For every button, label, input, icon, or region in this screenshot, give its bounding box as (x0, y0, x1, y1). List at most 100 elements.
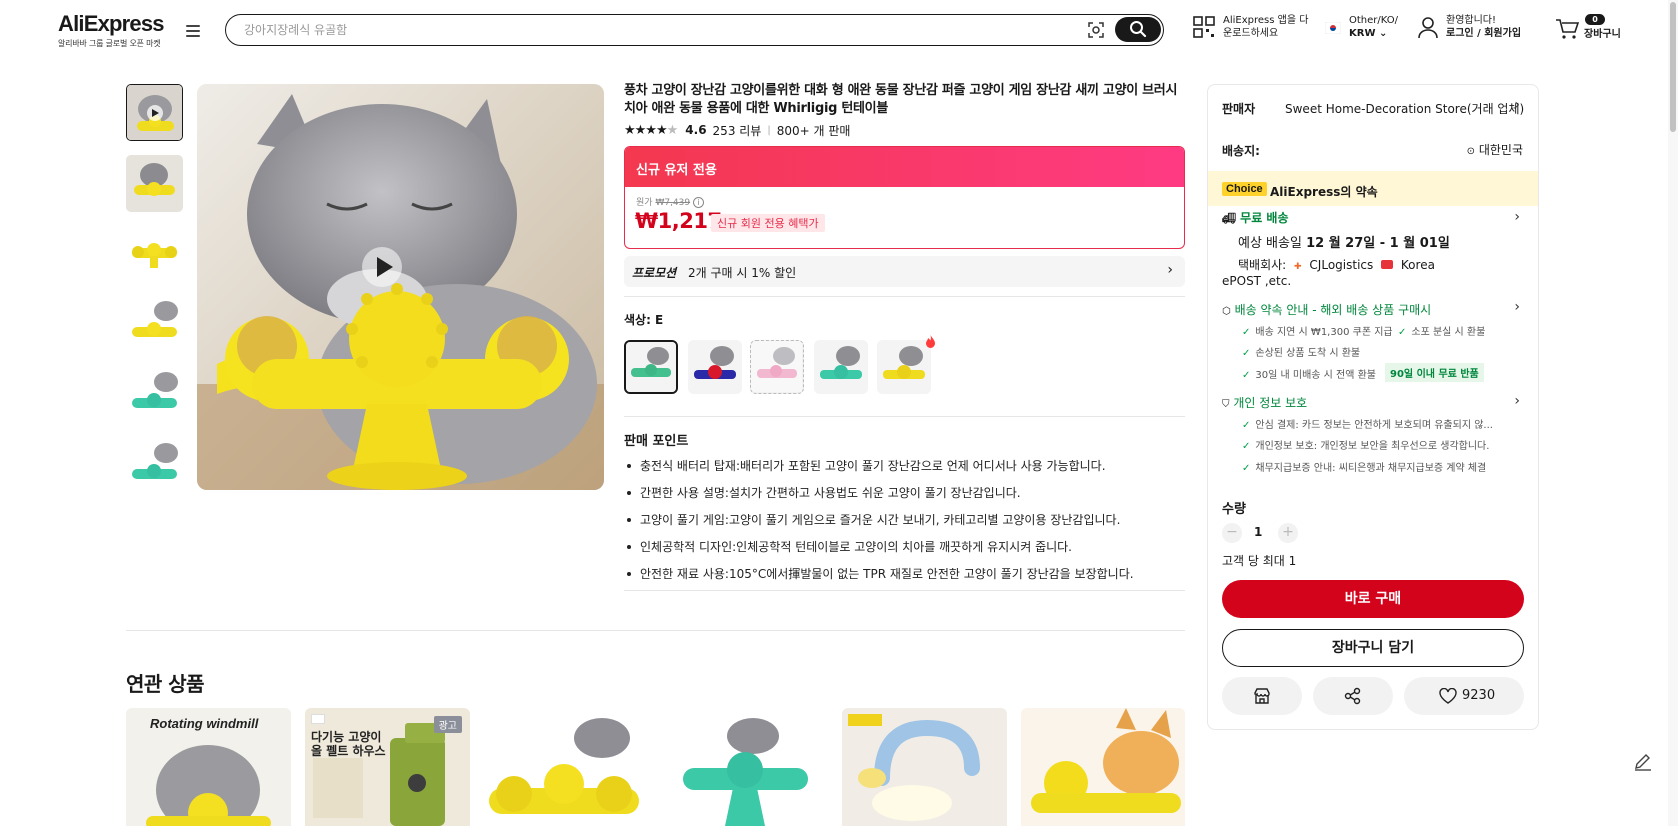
color-option-e[interactable] (624, 340, 678, 394)
gallery-thumb-4[interactable] (126, 297, 183, 354)
product-thumbnail (663, 708, 828, 826)
gallery-thumb-3[interactable] (126, 226, 183, 283)
color-option-3[interactable] (750, 340, 804, 394)
ship-to-selector[interactable]: ⊙ 대한민국 (1467, 141, 1523, 158)
divider (624, 416, 1185, 417)
ship-to-country: 대한민국 (1478, 143, 1523, 157)
quantity-increase-button[interactable]: + (1278, 523, 1298, 543)
privacy-item: 개인정보 보호: 개인정보 보안을 최우선으로 생각합니다. (1242, 437, 1489, 452)
quantity-value[interactable]: 1 (1254, 525, 1262, 539)
selling-point-item: 안전한 재료 사용:105°C에서揮발물이 없는 TPR 재질로 안전한 고양이… (624, 567, 1184, 581)
page-scrollbar[interactable] (1668, 0, 1678, 826)
color-option-5[interactable] (877, 340, 931, 394)
user-icon (1418, 17, 1438, 39)
search-input[interactable] (244, 21, 1064, 39)
gallery-thumb-2[interactable] (126, 155, 183, 212)
related-product-card[interactable] (663, 708, 828, 826)
edit-pencil-icon[interactable] (1632, 750, 1654, 772)
related-product-card[interactable] (842, 708, 1007, 826)
app-download-line1: AliExpress 앱을 다 (1223, 15, 1309, 26)
related-product-card[interactable] (1021, 708, 1185, 826)
quantity-limit: 고객 당 최대 1 (1222, 554, 1297, 568)
swatch-image (751, 341, 802, 392)
chevron-right-icon: › (1514, 299, 1520, 315)
location-pin-icon: ⊙ (1466, 146, 1475, 157)
review-count[interactable]: 253 리뷰 (713, 122, 762, 139)
gallery-thumb-6[interactable] (126, 439, 183, 496)
free-shipping-row[interactable]: 🚚︎ 무료 배송 (1222, 209, 1289, 226)
product-thumbnail (484, 708, 649, 826)
seller-label: 판매자 (1222, 102, 1256, 116)
sold-count: 800+ 개 판매 (776, 123, 851, 138)
cart-icon (1556, 19, 1579, 39)
rating-stars-icon: ★★★★★ (624, 122, 678, 138)
scrollbar-thumb[interactable] (1670, 2, 1676, 132)
related-products-title: 연관 상품 (126, 672, 205, 696)
logo-subtitle: 알리바바 그룹 글로벌 오픈 마켓 (58, 39, 161, 48)
chevron-right-icon: › (1514, 97, 1520, 113)
purchase-sidebar: 판매자 Sweet Home-Decoration Store(거래 업체) ›… (1207, 84, 1539, 730)
truck-icon: 🚚︎ (1222, 212, 1236, 225)
korea-flag-icon (311, 714, 325, 724)
selling-points: 판매 포인트 충전식 배터리 탑재:배터리가 포함된 고양이 풀기 장난감으로 … (624, 430, 1184, 594)
related-product-card[interactable] (484, 708, 649, 826)
product-title: 풍차 고양이 장난감 고양이를위한 대화 형 애완 동물 장난감 퍼즐 고양이 … (624, 83, 1178, 116)
chevron-right-icon: › (1514, 209, 1520, 225)
seller-name-link[interactable]: Sweet Home-Decoration Store(거래 업체) (1285, 100, 1524, 117)
promotion-row[interactable]: 프로모션 2개 구매 시 1% 할인 › (624, 256, 1185, 287)
search-button[interactable] (1115, 17, 1161, 42)
quantity-label: 수량 (1222, 502, 1246, 517)
store-button[interactable] (1222, 677, 1302, 715)
related-product-card[interactable]: Rotating windmill (126, 708, 291, 826)
related-product-card[interactable]: 다기능 고양이 올 펠트 하우스 광고 (305, 708, 470, 826)
original-price-row: 원가 ₩7,439 i (636, 195, 704, 208)
login-signup-link[interactable]: 로그인 / 회원가입 (1446, 27, 1521, 40)
privacy-item: 안심 결제: 카드 정보는 안전하게 보호되며 유출되지 않... (1242, 416, 1493, 431)
wishlist-button[interactable]: 9230 (1404, 677, 1524, 715)
original-price: ₩7,439 (655, 198, 691, 208)
delivery-promise-row[interactable]: ⬡ 배송 약속 안내 - 해외 배송 상품 구매시 (1222, 301, 1431, 318)
main-product-image[interactable] (197, 84, 604, 490)
store-icon (1254, 688, 1270, 704)
buy-now-button[interactable]: 바로 구매 (1222, 580, 1524, 618)
divider (126, 630, 1185, 631)
cart-label: 장바구니 (1584, 29, 1621, 40)
ship-to-label: 배송지: (1222, 144, 1260, 158)
price-tag-badge: 신규 회원 전용 혜택가 (711, 214, 825, 232)
aliexpress-logo[interactable]: AliExpress 알리바바 그룹 글로벌 오픈 마켓 (58, 11, 165, 49)
deal-header: 신규 유저 전용 (625, 147, 1184, 187)
quantity-decrease-button[interactable]: − (1222, 523, 1242, 543)
logo-text: AliExpress (58, 11, 165, 36)
product-thumbnail (842, 708, 1007, 826)
gallery-thumb-5[interactable] (126, 368, 183, 425)
free-shipping-label: 무료 배송 (1240, 211, 1289, 225)
menu-icon[interactable] (186, 25, 200, 37)
thumb-image (126, 368, 183, 425)
info-icon[interactable]: i (692, 197, 704, 208)
thumb-image (127, 85, 182, 140)
delivery-estimate-dates: 12 월 27일 - 1 월 01일 (1306, 236, 1450, 251)
add-to-cart-button[interactable]: 장바구니 담기 (1222, 629, 1524, 667)
delivery-estimate-prefix: 예상 배송일 (1238, 236, 1302, 251)
gallery-thumb-video[interactable] (126, 84, 183, 141)
selling-point-item: 인체공학적 디자인:인체공학적 턴테이블로 고양이의 치아를 깨끗하게 유지시켜… (624, 540, 1184, 554)
selling-point-item: 고양이 풀기 게임:고양이 풀기 게임으로 즐거운 시간 보내기, 카테고리별 … (624, 513, 1184, 527)
privacy-row[interactable]: ⛉ 개인 정보 보호 (1222, 394, 1307, 411)
swatch-image (814, 340, 868, 394)
color-option-4[interactable] (814, 340, 868, 394)
image-search-icon[interactable] (1087, 21, 1105, 39)
free-return-badge: 90일 이내 무료 반품 (1385, 363, 1484, 382)
swatch-image (877, 340, 931, 394)
promotion-label: 프로모션 (632, 266, 677, 280)
app-download-line2: 운로드하세요 (1223, 28, 1279, 39)
color-option-2[interactable] (688, 340, 742, 394)
choice-badge: Choice (1222, 182, 1267, 196)
new-user-deal-box: 신규 유저 전용 원가 ₩7,439 i ₩1,217 신규 회원 전용 혜택가 (624, 146, 1185, 249)
selling-point-item: 충전식 배터리 탑재:배터리가 포함된 고양이 풀기 장난감으로 언제 어디서나… (624, 459, 1184, 473)
carrier-korea: Korea (1400, 258, 1435, 272)
current-price: ₩1,217 (635, 209, 722, 233)
rating-row: ★★★★★ 4.6 253 리뷰 | 800+ 개 판매 (624, 122, 850, 138)
shield-box-icon: ⬡ (1222, 306, 1231, 317)
share-button[interactable] (1313, 677, 1393, 715)
qr-code-icon (1193, 16, 1215, 38)
